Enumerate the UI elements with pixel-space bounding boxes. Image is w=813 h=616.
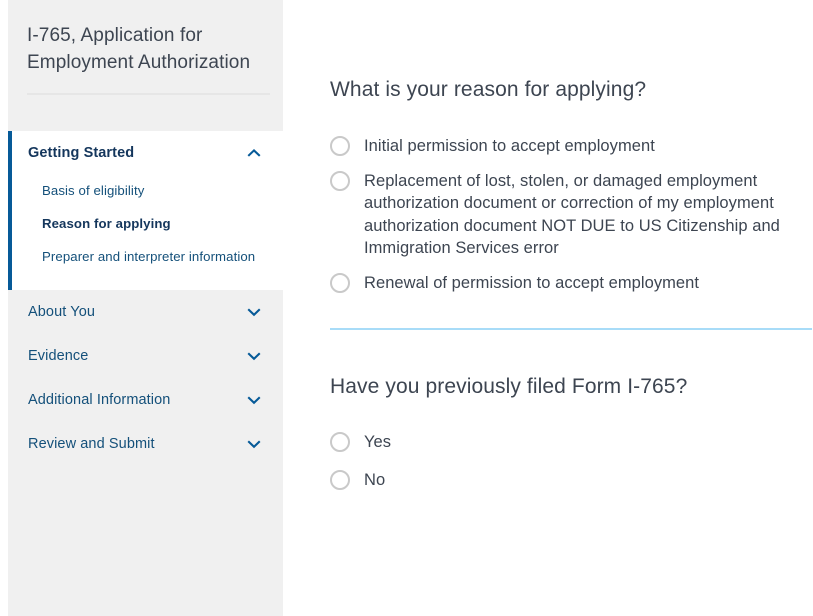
question-1-heading: What is your reason for applying?	[330, 78, 647, 101]
radio-button[interactable]	[330, 136, 350, 156]
radio-option-label: Yes	[364, 432, 392, 451]
chevron-down-icon[interactable]	[247, 305, 261, 319]
sidebar-section-review-and-submit[interactable]: Review and Submit	[8, 422, 283, 466]
radio-button[interactable]	[330, 470, 350, 491]
chevron-down-icon[interactable]	[247, 349, 261, 363]
chevron-down-icon[interactable]	[247, 393, 261, 407]
sidebar-section-evidence[interactable]: Evidence	[8, 334, 283, 378]
question-2-radio-group: Yes No	[330, 431, 813, 492]
sidebar-item-reason-for-applying[interactable]: Reason for applying	[42, 208, 265, 241]
chevron-down-icon[interactable]	[247, 437, 261, 451]
sidebar-section-about-you[interactable]: About You	[8, 290, 283, 334]
sidebar-section-additional-information[interactable]: Additional Information	[8, 378, 283, 422]
section-divider	[330, 327, 812, 330]
main-content: What is your reason for applying? Initia…	[283, 0, 813, 616]
sidebar-subitems-getting-started: Basis of eligibility Reason for applying…	[12, 175, 283, 290]
radio-option-label: No	[364, 471, 386, 490]
sidebar-title-divider	[27, 93, 270, 95]
form-navigation: Getting Started Basis of eligibility Rea…	[8, 131, 283, 466]
chevron-up-icon[interactable]	[247, 146, 261, 160]
sidebar-section-header-additional-information[interactable]: Additional Information	[12, 378, 283, 422]
radio-option-label: Replacement of lost, stolen, or damaged …	[364, 171, 780, 258]
radio-option-yes[interactable]: Yes	[330, 431, 813, 454]
sidebar-section-getting-started[interactable]: Getting Started Basis of eligibility Rea…	[8, 131, 283, 290]
radio-option-initial-permission[interactable]: Initial permission to accept employment	[330, 135, 813, 158]
question-1-radio-group: Initial permission to accept employment …	[330, 135, 813, 295]
sidebar-section-header-getting-started[interactable]: Getting Started	[12, 131, 283, 175]
sidebar: I-765, Application for Employment Author…	[0, 0, 283, 616]
radio-button[interactable]	[330, 431, 350, 452]
sidebar-section-header-about-you[interactable]: About You	[12, 290, 283, 334]
sidebar-section-label: Evidence	[28, 348, 89, 364]
radio-option-renewal[interactable]: Renewal of permission to accept employme…	[330, 272, 813, 295]
form-title: I-765, Application for Employment Author…	[27, 25, 251, 73]
sidebar-item-basis-of-eligibility[interactable]: Basis of eligibility	[42, 175, 265, 208]
radio-option-replacement[interactable]: Replacement of lost, stolen, or damaged …	[330, 170, 813, 260]
sidebar-section-label: About You	[28, 304, 96, 320]
sidebar-section-label: Getting Started	[28, 145, 135, 161]
question-2-section: Have you previously filed Form I-765? Ye…	[330, 375, 813, 492]
application-page: I-765, Application for Employment Author…	[0, 0, 813, 616]
sidebar-section-header-evidence[interactable]: Evidence	[12, 334, 283, 378]
sidebar-item-preparer-and-interpreter-information[interactable]: Preparer and interpreter information	[42, 241, 265, 274]
sidebar-inner: I-765, Application for Employment Author…	[8, 0, 283, 616]
question-2-heading: Have you previously filed Form I-765?	[330, 374, 688, 398]
radio-option-no[interactable]: No	[330, 469, 813, 492]
radio-button[interactable]	[330, 272, 350, 293]
radio-option-label: Initial permission to accept employment	[364, 137, 655, 155]
sidebar-section-header-review-and-submit[interactable]: Review and Submit	[12, 422, 283, 466]
sidebar-section-label: Review and Submit	[28, 436, 155, 452]
radio-button[interactable]	[330, 170, 350, 191]
radio-option-label: Renewal of permission to accept employme…	[364, 273, 700, 292]
sidebar-section-label: Additional Information	[28, 392, 171, 408]
